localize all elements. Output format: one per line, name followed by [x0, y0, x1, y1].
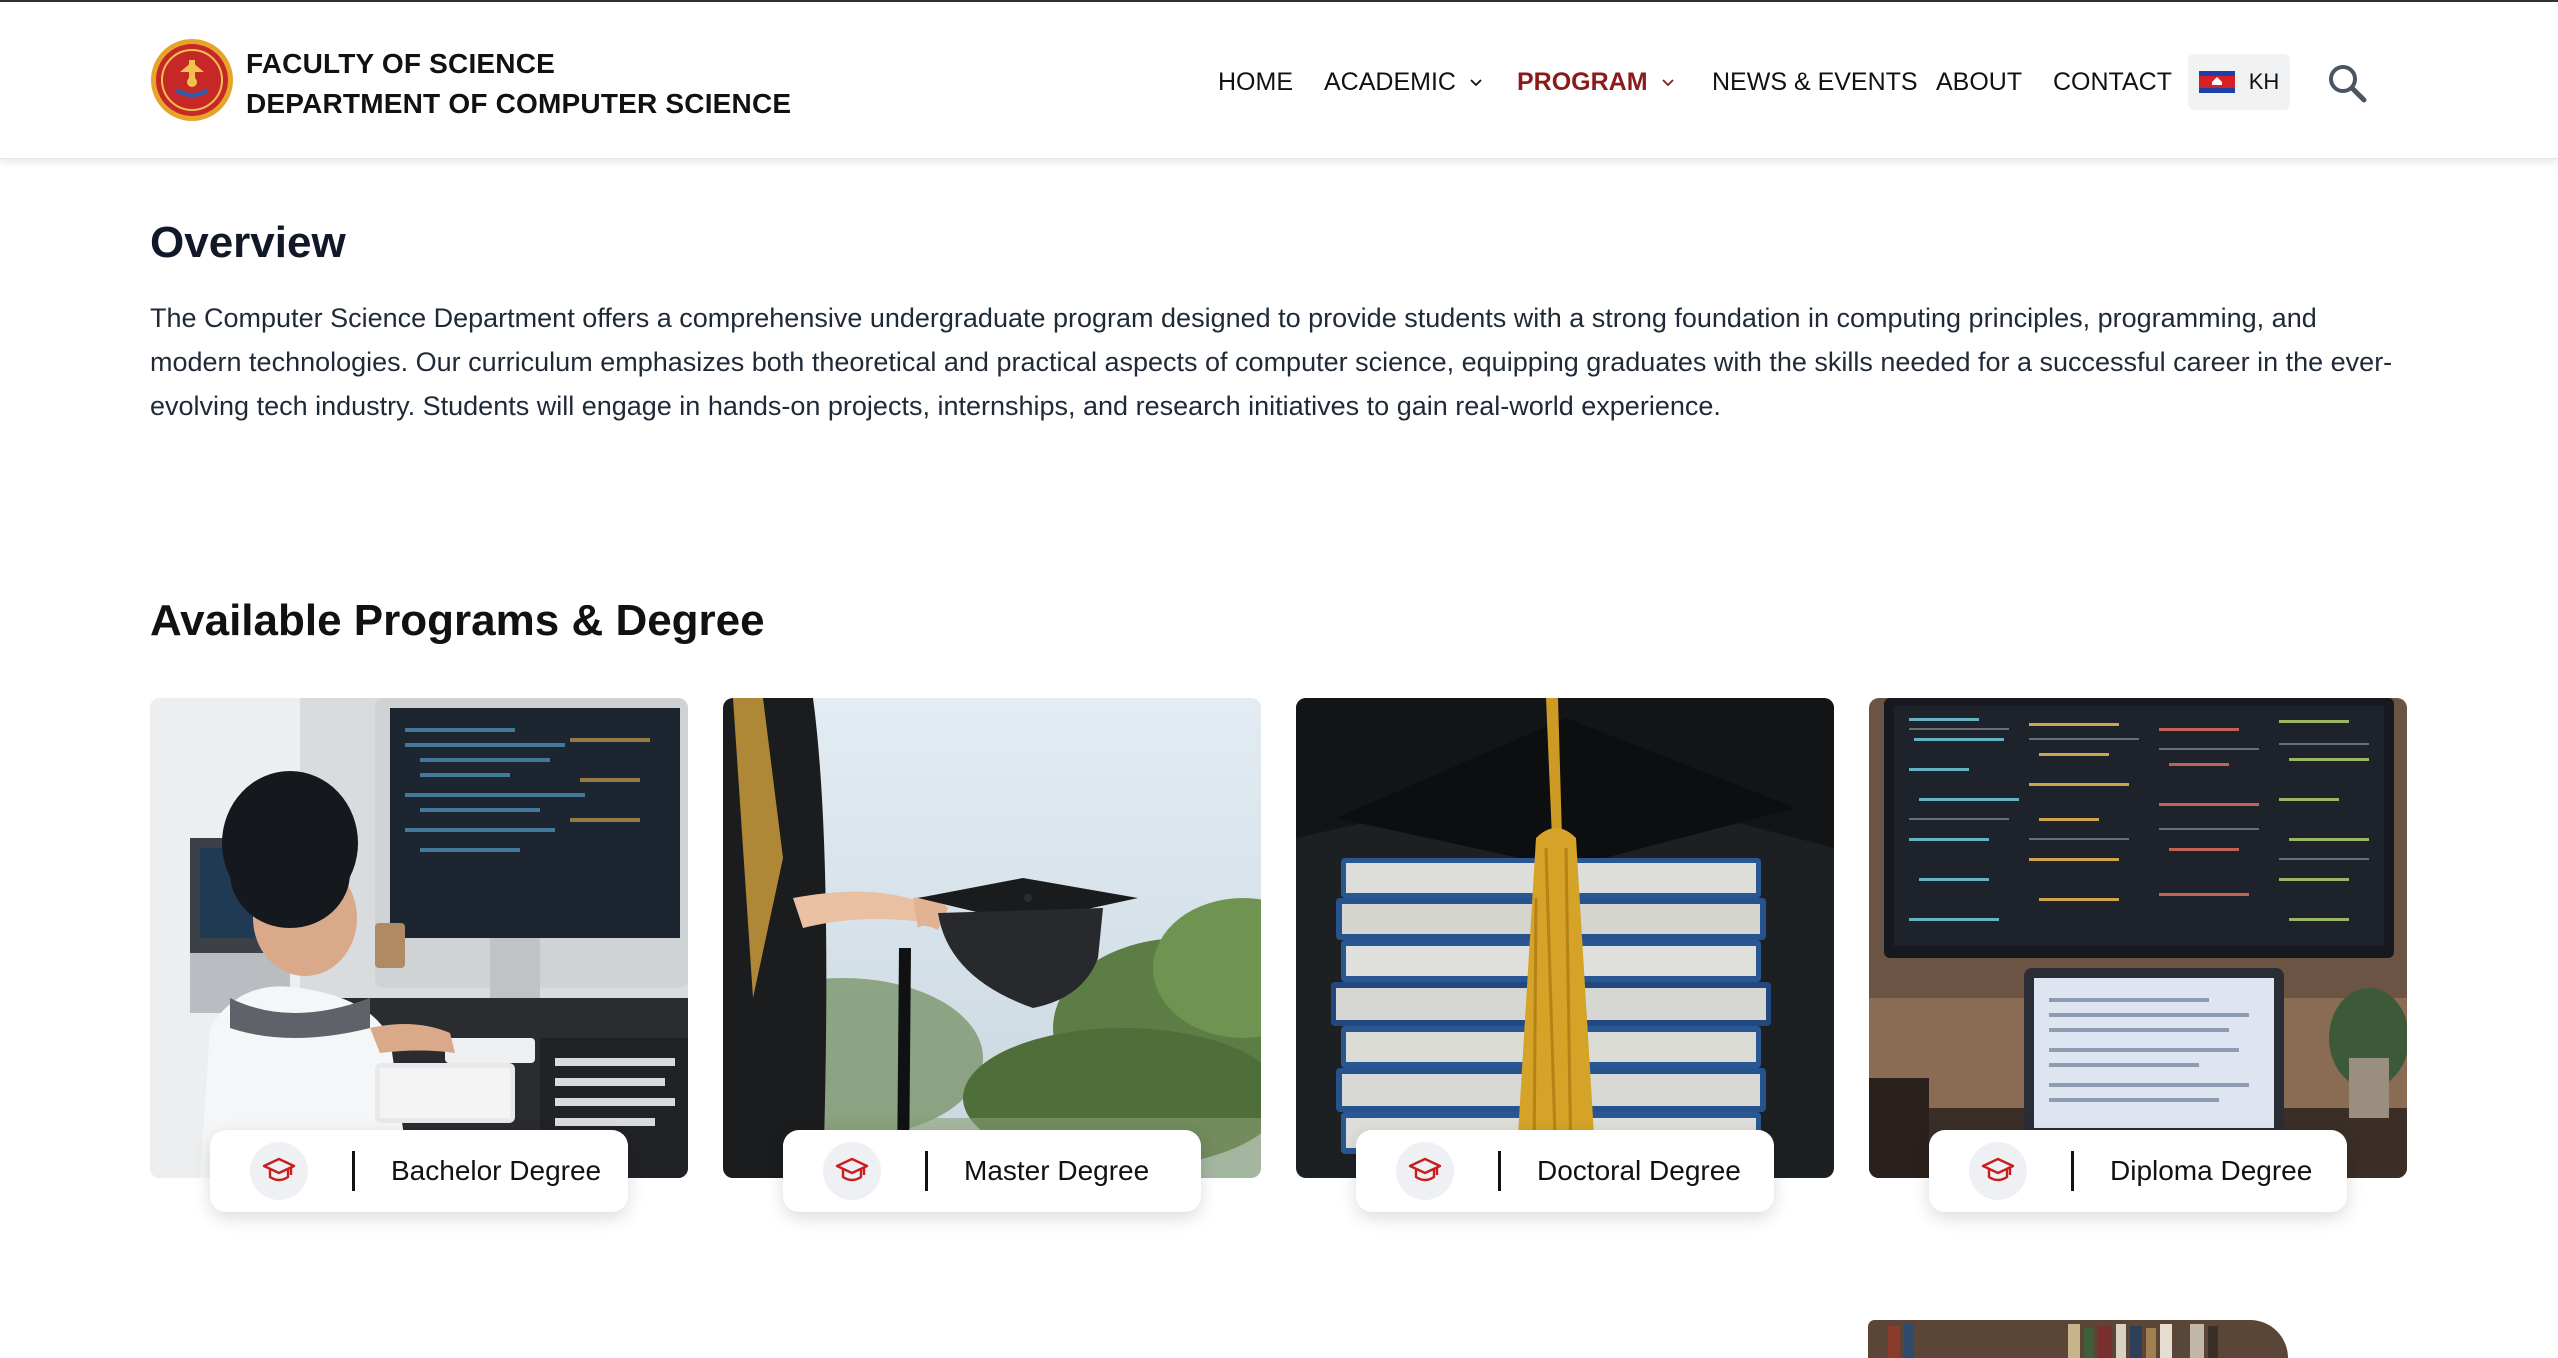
site-header: FACULTY OF SCIENCE DEPARTMENT OF COMPUTE… — [0, 2, 2558, 159]
nav-about[interactable]: ABOUT — [1936, 62, 2022, 102]
department-name: DEPARTMENT OF COMPUTER SCIENCE — [246, 88, 792, 119]
nav-home-label: HOME — [1218, 67, 1293, 96]
program-pill-master[interactable]: Master Degree — [783, 1130, 1201, 1212]
pill-divider — [352, 1151, 355, 1191]
program-pill-bachelor[interactable]: Bachelor Degree — [210, 1130, 628, 1212]
program-label-bachelor: Bachelor Degree — [391, 1155, 602, 1186]
nav-contact[interactable]: CONTACT — [2053, 62, 2172, 102]
nav-about-label: ABOUT — [1936, 67, 2023, 96]
university-logo[interactable] — [150, 38, 234, 122]
nav-academic-label: ACADEMIC — [1324, 67, 1456, 96]
overview-text: The Computer Science Department offers a… — [150, 303, 2393, 421]
graduation-cap-icon — [1969, 1142, 2027, 1200]
graduation-cap-icon — [1396, 1142, 1454, 1200]
brand-title[interactable]: FACULTY OF SCIENCE DEPARTMENT OF COMPUTE… — [246, 44, 791, 124]
nav-home[interactable]: HOME — [1218, 62, 1293, 102]
pill-divider — [2071, 1151, 2074, 1191]
search-icon[interactable] — [2326, 62, 2368, 104]
chevron-down-icon — [1470, 79, 1482, 87]
nav-academic[interactable]: ACADEMIC — [1324, 62, 1482, 102]
nav-news-events[interactable]: NEWS & EVENTS — [1712, 62, 1918, 102]
program-card-bachelor[interactable]: Bachelor Degree — [150, 698, 688, 1212]
program-image-diploma — [1869, 698, 2407, 1178]
nav-contact-label: CONTACT — [2053, 67, 2172, 96]
graduation-cap-icon — [823, 1142, 881, 1200]
library-image-partial — [1868, 1320, 2288, 1358]
program-image-doctoral — [1296, 698, 1834, 1178]
language-switcher[interactable]: KH — [2188, 54, 2290, 110]
program-label-doctoral: Doctoral Degree — [1537, 1155, 1741, 1186]
nav-program[interactable]: PROGRAM — [1517, 62, 1674, 102]
program-card-diploma[interactable]: Diploma Degree — [1869, 698, 2407, 1212]
language-label: KH — [2248, 69, 2280, 94]
program-pill-diploma[interactable]: Diploma Degree — [1929, 1130, 2347, 1212]
overview-title: Overview — [150, 218, 346, 267]
program-card-doctoral[interactable]: Doctoral Degree — [1296, 698, 1834, 1212]
nav-news-events-label: NEWS & EVENTS — [1712, 67, 1918, 96]
program-label-diploma: Diploma Degree — [2110, 1155, 2313, 1186]
programs-title: Available Programs & Degree — [150, 596, 765, 645]
program-image-bachelor — [150, 698, 688, 1178]
program-image-master — [723, 698, 1261, 1178]
program-label-master: Master Degree — [964, 1155, 1150, 1186]
program-pill-doctoral[interactable]: Doctoral Degree — [1356, 1130, 1774, 1212]
pill-divider — [925, 1151, 928, 1191]
faculty-name: FACULTY OF SCIENCE — [246, 48, 556, 79]
chevron-down-icon — [1661, 79, 1674, 87]
program-card-master[interactable]: Master Degree — [723, 698, 1261, 1212]
nav-program-label: PROGRAM — [1517, 67, 1648, 96]
graduation-cap-icon — [250, 1142, 308, 1200]
cambodia-flag-icon — [2198, 71, 2235, 93]
pill-divider — [1498, 1151, 1501, 1191]
